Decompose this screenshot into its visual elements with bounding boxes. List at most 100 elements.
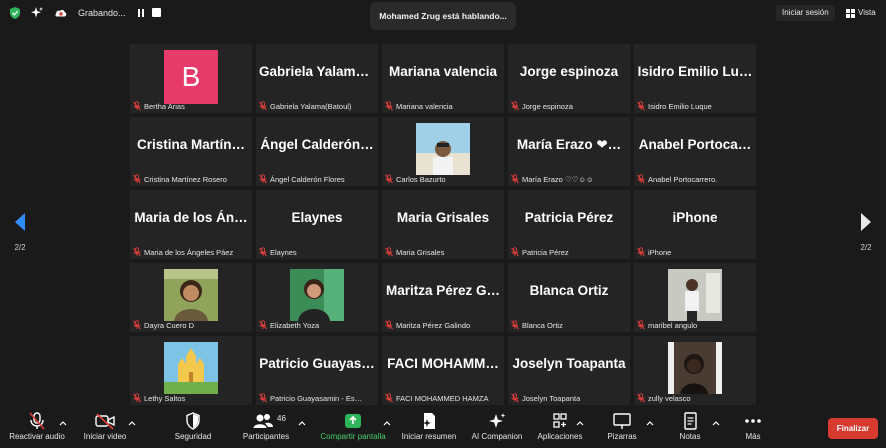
participant-tile[interactable]: Jorge espinoza Jorge espinoza xyxy=(508,44,630,113)
ai-companion-icon xyxy=(489,413,506,428)
participant-name: Blanca Ortiz xyxy=(522,320,563,330)
shield-icon[interactable] xyxy=(8,6,22,20)
participants-button[interactable]: 46 Participantes xyxy=(238,412,294,441)
tile-footer: Joselyn Toapanta xyxy=(510,392,628,404)
participants-caret-icon[interactable] xyxy=(298,419,306,427)
mic-muted-icon xyxy=(511,174,519,184)
participant-name: Anabel Portocarrero. xyxy=(648,174,718,184)
participant-display-name: Isidro Emilio Lu… xyxy=(637,64,753,79)
participant-tile[interactable]: B Bertha Arias xyxy=(130,44,252,113)
whiteboards-caret-icon[interactable] xyxy=(646,419,654,427)
participant-name: Maritza Pérez Galindo xyxy=(396,320,471,330)
end-meeting-button[interactable]: Finalizar xyxy=(828,418,878,439)
video-options-caret-icon[interactable] xyxy=(128,419,136,427)
participant-tile[interactable]: iPhone iPhone xyxy=(634,190,756,259)
participant-name: Lethy Saltos xyxy=(144,393,186,403)
tile-footer: Blanca Ortiz xyxy=(510,319,628,331)
tile-footer: iPhone xyxy=(636,246,754,258)
share-screen-label: Compartir pantalla xyxy=(320,432,386,441)
tile-footer: Anabel Portocarrero. xyxy=(636,173,754,185)
participant-display-name: Maria de los Án… xyxy=(134,210,248,225)
participant-display-name: Ángel Calderón… xyxy=(260,137,374,152)
participant-tile[interactable]: Carlos Bazurto xyxy=(382,117,504,186)
whiteboards-button[interactable]: Pizarras xyxy=(602,412,642,441)
cloud-recording-icon[interactable] xyxy=(54,6,68,20)
notes-caret-icon[interactable] xyxy=(712,419,720,427)
participant-tile[interactable]: zully velasco xyxy=(634,336,756,405)
participant-video xyxy=(668,342,722,394)
participant-tile[interactable]: Joselyn Toapanta Joselyn Toapanta xyxy=(508,336,630,405)
apps-label: Aplicaciones xyxy=(537,432,583,441)
participant-display-name: María Erazo ❤… xyxy=(516,137,622,152)
participant-tile[interactable]: Cristina Martín… Cristina Martínez Rosero xyxy=(130,117,252,186)
participant-tile[interactable]: Anabel Portoca… Anabel Portocarrero. xyxy=(634,117,756,186)
participant-tile[interactable]: Patricia Pérez Patricia Pérez xyxy=(508,190,630,259)
participant-tile[interactable]: Isidro Emilio Lu… Isidro Emilio Luque xyxy=(634,44,756,113)
previous-page-button[interactable]: 2/2 xyxy=(10,212,30,252)
summary-document-icon xyxy=(423,413,435,429)
stop-recording-icon[interactable] xyxy=(152,8,161,17)
page-indicator-left: 2/2 xyxy=(14,243,26,252)
tile-footer: Elizabeth Yoza xyxy=(258,319,376,331)
active-speaker-banner: Mohamed Zrug está hablando... xyxy=(370,2,516,30)
view-button[interactable]: Vista xyxy=(842,5,880,21)
participant-tile[interactable]: Lethy Saltos xyxy=(130,336,252,405)
tile-footer: Mariana valencia xyxy=(384,100,502,112)
mic-muted-icon xyxy=(511,320,519,330)
participant-name: zully velasco xyxy=(648,393,691,403)
signin-button[interactable]: Iniciar sesión xyxy=(776,5,835,21)
participant-tile[interactable]: Maria de los Án… Maria de los Ángeles Páe… xyxy=(130,190,252,259)
participant-tile[interactable]: Maria Grisales Maria Grisales xyxy=(382,190,504,259)
apps-caret-icon[interactable] xyxy=(576,419,584,427)
tile-footer: maribel angulo xyxy=(636,319,754,331)
top-bar: Grabando... Mohamed Zrug está hablando..… xyxy=(0,0,886,30)
mic-muted-icon xyxy=(133,174,141,184)
participant-video xyxy=(164,342,218,394)
participant-tile[interactable]: Maritza Pérez G… Maritza Pérez Galindo xyxy=(382,263,504,332)
ai-companion-button[interactable]: AI Companion xyxy=(469,412,525,441)
participant-tile[interactable]: Ángel Calderón… Ángel Calderón Flores xyxy=(256,117,378,186)
participant-tile[interactable]: Blanca Ortiz Blanca Ortiz xyxy=(508,263,630,332)
participant-tile[interactable]: Dayra Cuero D xyxy=(130,263,252,332)
participant-name: Patricia Pérez xyxy=(522,247,569,257)
mic-muted-icon xyxy=(637,101,645,111)
participant-tile[interactable]: Patricio Guayas… Patricio Guayasamin - Es… xyxy=(256,336,378,405)
tile-footer: Carlos Bazurto xyxy=(384,173,502,185)
tile-footer: Jorge espinoza xyxy=(510,100,628,112)
share-options-caret-icon[interactable] xyxy=(383,419,391,427)
participant-tile[interactable]: Elaynes Elaynes xyxy=(256,190,378,259)
participant-tile[interactable]: Gabriela Yalama… Gabriela Yalama(Batoul) xyxy=(256,44,378,113)
participant-name: Gabriela Yalama(Batoul) xyxy=(270,101,352,111)
more-button[interactable]: Más xyxy=(738,412,768,441)
participant-name: Maria de los Ángeles Páez xyxy=(144,247,234,257)
mic-muted-icon xyxy=(259,101,267,111)
participant-name: Carlos Bazurto xyxy=(396,174,446,184)
participant-display-name: Patricia Pérez xyxy=(524,210,614,225)
participant-tile[interactable]: FACI MOHAMM… FACI MOHAMMED HAMZA xyxy=(382,336,504,405)
start-summary-label: Iniciar resumen xyxy=(401,432,457,441)
participant-name: Isidro Emilio Luque xyxy=(648,101,712,111)
ai-sparkle-icon[interactable] xyxy=(30,6,44,20)
tile-footer: FACI MOHAMMED HAMZA xyxy=(384,392,502,404)
participant-tile[interactable]: maribel angulo xyxy=(634,263,756,332)
participant-tile[interactable]: Elizabeth Yoza xyxy=(256,263,378,332)
next-page-button[interactable]: 2/2 xyxy=(856,212,876,252)
participant-display-name: Maria Grisales xyxy=(396,210,490,225)
security-button[interactable]: Seguridad xyxy=(170,412,216,441)
participant-name: iPhone xyxy=(648,247,672,257)
mic-muted-icon xyxy=(259,320,267,330)
participant-tile[interactable]: María Erazo ❤… María Erazo ♡♡☺☺ xyxy=(508,117,630,186)
tile-footer: Maria de los Ángeles Páez xyxy=(132,246,250,258)
participant-display-name: Jorge espinoza xyxy=(519,64,619,79)
participant-tile[interactable]: Mariana valencia Mariana valencia xyxy=(382,44,504,113)
start-video-button[interactable]: Iniciar video xyxy=(80,412,130,441)
audio-options-caret-icon[interactable] xyxy=(59,419,67,427)
mic-muted-icon xyxy=(385,247,393,257)
mic-muted-icon xyxy=(385,101,393,111)
start-summary-button[interactable]: Iniciar resumen xyxy=(398,412,460,441)
pause-recording-icon[interactable] xyxy=(135,7,147,19)
notes-button[interactable]: Notas xyxy=(672,412,708,441)
share-screen-button[interactable]: Compartir pantalla xyxy=(316,412,390,441)
participant-display-name: Gabriela Yalama… xyxy=(259,64,377,79)
mic-muted-icon xyxy=(637,174,645,184)
